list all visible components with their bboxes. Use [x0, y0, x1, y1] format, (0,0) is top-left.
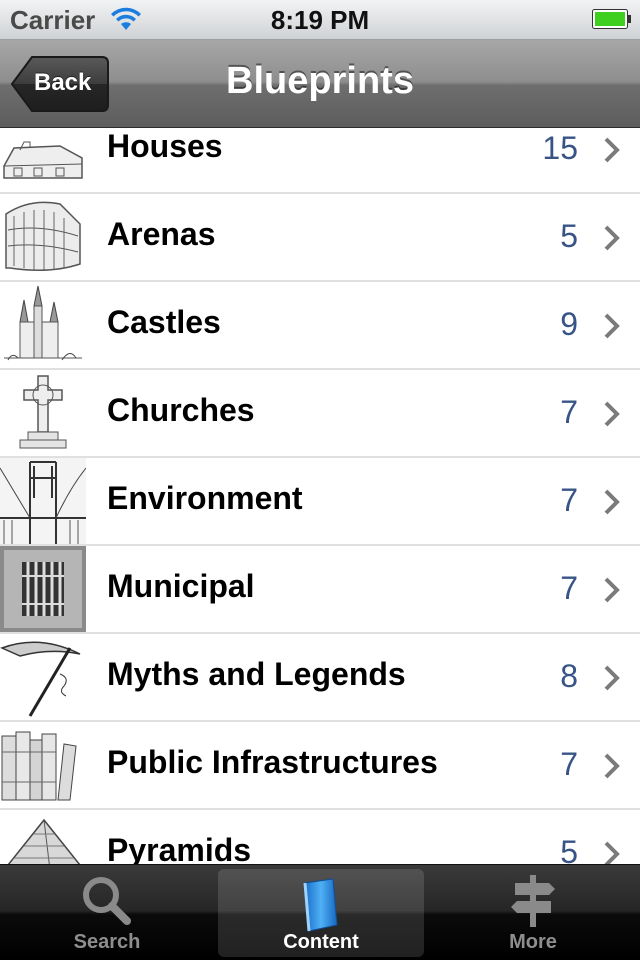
signpost-icon [511, 875, 555, 927]
chevron-right-icon [604, 577, 620, 603]
list-item[interactable]: Arenas 5 [0, 194, 640, 282]
chevron-right-icon [604, 225, 620, 251]
magnifier-icon [83, 877, 131, 925]
list-item[interactable]: Environment 7 [0, 458, 640, 546]
tab-search[interactable]: Search [4, 865, 210, 960]
list-item-label: Myths and Legends [107, 656, 406, 692]
cross-sketch-icon [19, 375, 67, 449]
tab-content-label: Content [283, 931, 359, 953]
list-item[interactable]: Houses 15 [0, 128, 640, 194]
category-list: Houses 15 Arenas 5 Castles 9 Churches 7 … [0, 128, 640, 864]
list-item-label: Arenas [107, 216, 216, 252]
navigation-bar: Back Blueprints [0, 40, 640, 128]
clock: 8:19 PM [270, 5, 370, 35]
list-item-label: Pyramids [107, 832, 252, 864]
tab-content[interactable]: Content [218, 869, 424, 957]
list-item-label: Public Infrastructures [107, 744, 438, 780]
book-icon [303, 878, 338, 932]
chevron-right-icon [604, 841, 620, 864]
list-item[interactable]: Churches 7 [0, 370, 640, 458]
castle-sketch-icon [4, 285, 82, 361]
chevron-right-icon [604, 753, 620, 779]
page-title: Blueprints [226, 60, 414, 102]
list-item-count: 7 [560, 482, 578, 518]
list-item-count: 8 [560, 658, 578, 694]
list-item-label: Churches [107, 392, 255, 428]
list-item[interactable]: Myths and Legends 8 [0, 634, 640, 722]
list-item-label: Houses [107, 128, 223, 164]
list-item-label: Municipal [107, 568, 255, 604]
tab-more[interactable]: More [430, 865, 636, 960]
prison-window-sketch-icon [0, 546, 86, 632]
bridge-sketch-icon [0, 458, 86, 544]
books-sketch-icon [1, 731, 77, 801]
list-item-count: 15 [542, 130, 578, 166]
list-item[interactable]: Pyramids 5 [0, 810, 640, 864]
tab-bar: Search Content More [0, 864, 640, 960]
list-item-label: Castles [107, 304, 221, 340]
list-item[interactable]: Public Infrastructures 7 [0, 722, 640, 810]
list-item-count: 7 [560, 394, 578, 430]
scythe-sketch-icon [0, 641, 81, 717]
list-item-count: 5 [560, 834, 578, 864]
list-item-count: 5 [560, 218, 578, 254]
list-item-label: Environment [107, 480, 303, 516]
pyramid-sketch-icon [7, 818, 81, 864]
colosseum-sketch-icon [5, 201, 81, 271]
status-bar: Carrier 8:19 PM [0, 0, 640, 40]
chevron-right-icon [604, 489, 620, 515]
chevron-right-icon [604, 665, 620, 691]
list-item-count: 7 [560, 746, 578, 782]
list-item-count: 7 [560, 570, 578, 606]
chevron-right-icon [604, 401, 620, 427]
house-sketch-icon [3, 141, 83, 179]
list-item[interactable]: Castles 9 [0, 282, 640, 370]
tab-search-label: Search [73, 931, 141, 953]
chevron-right-icon [604, 313, 620, 339]
list-item-count: 9 [560, 306, 578, 342]
battery-icon [592, 9, 631, 29]
chevron-right-icon [604, 137, 620, 163]
list-item[interactable]: Municipal 7 [0, 546, 640, 634]
tab-more-label: More [509, 931, 557, 953]
